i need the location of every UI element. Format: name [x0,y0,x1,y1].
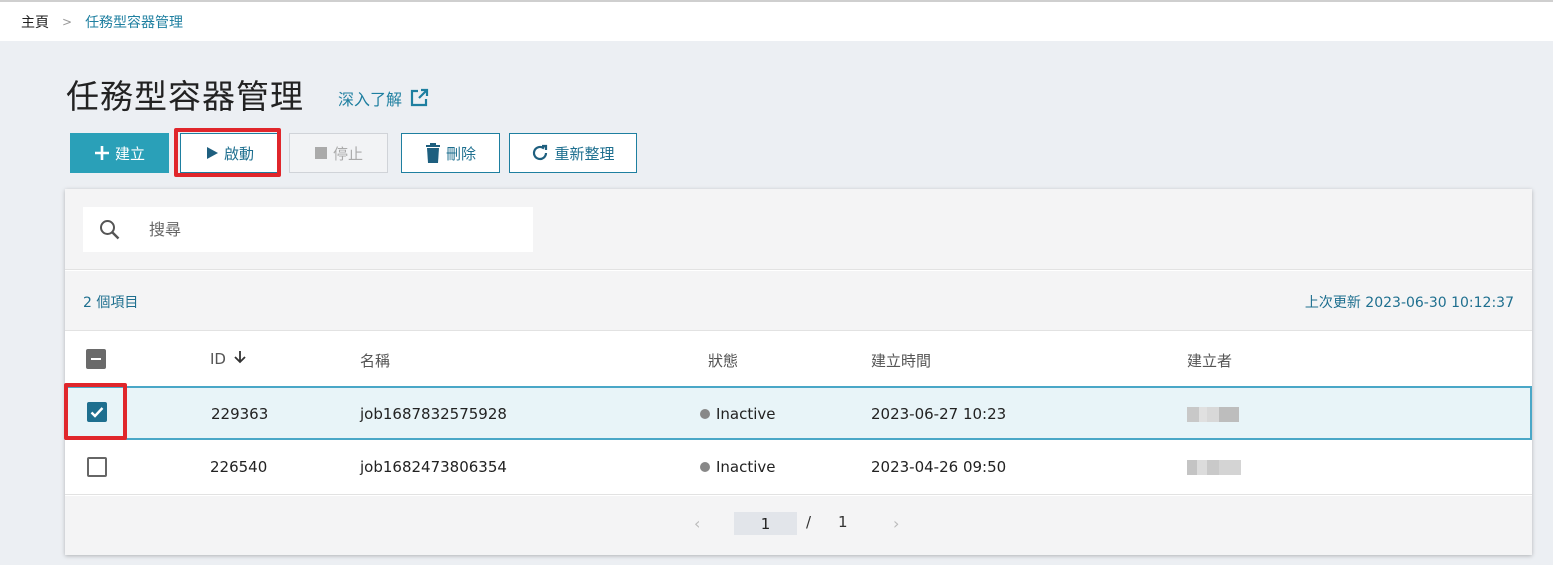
table-header: ID 名稱 狀態 建立時間 建立者 [65,332,1532,386]
status-dot-icon [700,462,710,472]
row-created-at: 2023-06-27 10:23 [871,405,1007,423]
summary-row: 2 個項目 上次更新 2023-06-30 10:12:37 [65,271,1532,331]
search-bar-area [65,189,1532,270]
container-list-panel: 2 個項目 上次更新 2023-06-30 10:12:37 ID 名稱 狀態 … [65,189,1532,555]
sort-descending-icon [234,351,246,364]
status-dot-icon [700,409,710,419]
page-title: 任務型容器管理 [66,77,304,116]
checkmark-icon [90,407,104,418]
page-separator: / [806,513,812,531]
play-icon [206,147,218,159]
select-all-checkbox[interactable] [86,349,106,369]
row-name: job1682473806354 [360,458,507,476]
row-status-label: Inactive [716,405,776,423]
stop-icon [314,147,327,159]
column-header-id[interactable]: ID [210,350,246,368]
page-total: 1 [838,513,848,531]
pagination: ‹ / 1 › [65,496,1532,555]
row-created-at: 2023-04-26 09:50 [871,458,1007,476]
column-header-id-label: ID [210,350,226,368]
row-creator-redacted [1187,460,1241,475]
previous-page-button[interactable]: ‹ [694,514,700,533]
row-id: 226540 [210,458,268,476]
delete-button[interactable]: 刪除 [401,133,500,173]
column-header-created-at[interactable]: 建立時間 [871,350,931,371]
trash-icon [425,143,440,163]
start-button[interactable]: 啟動 [180,133,279,173]
stop-button-label: 停止 [332,144,363,163]
refresh-button[interactable]: 重新整理 [509,133,637,173]
breadcrumb-separator: > [62,14,73,29]
row-checkbox[interactable] [87,402,107,422]
column-header-creator[interactable]: 建立者 [1187,350,1232,371]
column-header-status[interactable]: 狀態 [708,350,738,371]
search-input[interactable] [149,220,499,239]
learn-more-link[interactable]: 深入了解 [338,86,429,110]
create-button[interactable]: 建立 [70,133,169,173]
row-creator-redacted [1187,407,1239,422]
row-status: Inactive [700,458,776,476]
breadcrumb-home[interactable]: 主頁 [21,12,49,32]
stop-button[interactable]: 停止 [289,133,388,173]
breadcrumb: 主頁 > 任務型容器管理 [0,0,1553,41]
search-icon [100,219,120,239]
page-number-input[interactable] [734,512,797,535]
next-page-button[interactable]: › [893,514,899,533]
refresh-icon [533,144,548,161]
start-button-label: 啟動 [223,144,254,163]
create-button-label: 建立 [114,144,145,163]
table-row[interactable]: 229363 job1687832575928 Inactive 2023-06… [65,386,1532,440]
learn-more-label: 深入了解 [338,90,403,109]
table-row[interactable]: 226540 job1682473806354 Inactive 2023-04… [65,441,1532,495]
row-status-label: Inactive [716,458,776,476]
plus-icon [94,146,109,160]
item-count: 2 個項目 [83,295,139,311]
column-header-name[interactable]: 名稱 [360,350,390,371]
breadcrumb-current[interactable]: 任務型容器管理 [85,12,183,32]
last-update-time: 上次更新 2023-06-30 10:12:37 [1304,295,1514,311]
row-checkbox[interactable] [87,457,107,477]
row-status: Inactive [700,405,776,423]
search-box [83,207,533,252]
external-link-icon [410,88,429,107]
row-id: 229363 [211,405,269,423]
row-name: job1687832575928 [360,405,507,423]
delete-button-label: 刪除 [445,144,476,163]
refresh-button-label: 重新整理 [554,144,615,163]
